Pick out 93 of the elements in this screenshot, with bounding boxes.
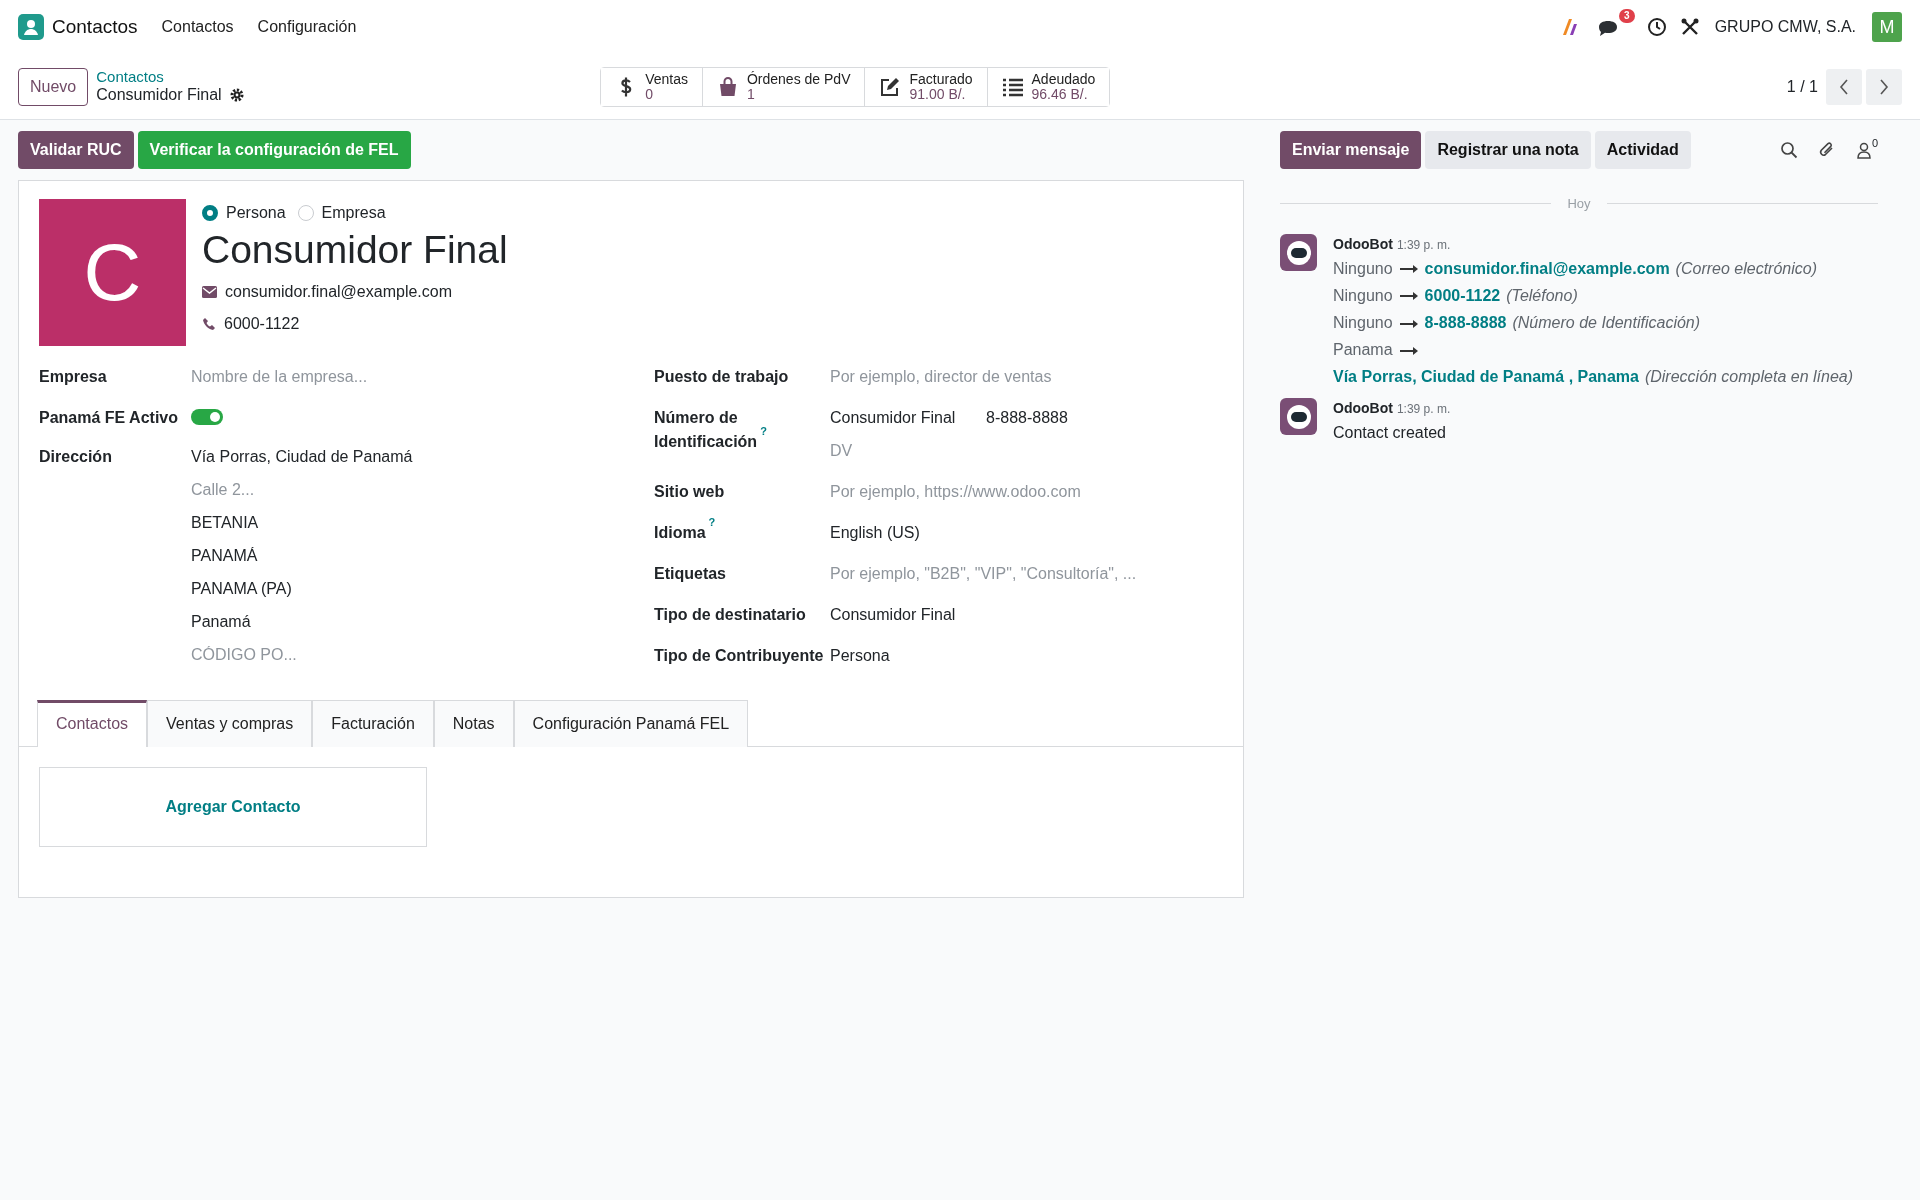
input-field[interactable]: Por ejemplo, director de ventas	[830, 360, 1223, 393]
input-field[interactable]: 8-888-8888	[986, 401, 1126, 434]
toggle-switch[interactable]	[191, 409, 223, 425]
search-icon[interactable]	[1779, 141, 1798, 159]
app-logo-icon	[18, 14, 44, 40]
tab[interactable]: Ventas y compras	[147, 700, 313, 747]
field-name: (Teléfono)	[1506, 286, 1578, 304]
chevron-left-icon	[1839, 78, 1849, 95]
tab[interactable]: Notas	[433, 700, 514, 747]
company-name[interactable]: GRUPO CMW, S.A.	[1714, 15, 1856, 39]
old-value: Ninguno	[1333, 286, 1393, 304]
arrow-icon	[1398, 291, 1419, 302]
tools-icon[interactable]	[1680, 18, 1699, 36]
arrow-icon	[1398, 264, 1419, 275]
field-name: (Dirección completa en línea)	[1644, 368, 1853, 386]
field-name: (Número de Identificación)	[1512, 313, 1701, 331]
message-time: 1:39 p. m.	[1396, 236, 1451, 254]
message-body: Contact created	[1333, 423, 1447, 444]
radio-option[interactable]: Empresa	[297, 201, 386, 225]
input-field[interactable]: Panamá	[191, 605, 631, 638]
stat-button[interactable]: Ventas 0	[601, 67, 703, 106]
input-field[interactable]: English (US)	[830, 516, 1223, 549]
chevron-right-icon	[1879, 78, 1889, 95]
field-label: Etiquetas	[654, 565, 726, 582]
radio-option[interactable]: Persona	[202, 201, 286, 225]
breadcrumb-link[interactable]: Contactos	[96, 68, 244, 86]
field-label: Idioma	[654, 524, 706, 541]
email-value[interactable]: consumidor.final@example.com	[225, 279, 452, 304]
old-value: Panama	[1333, 341, 1393, 359]
old-value: Ninguno	[1333, 259, 1393, 277]
record-title: Consumidor Final	[96, 85, 222, 105]
add-contact-link[interactable]: Agregar Contacto	[159, 794, 307, 820]
input-field[interactable]: BETANIA	[191, 506, 631, 539]
action-button[interactable]: Validar RUC	[18, 131, 134, 169]
new-value: 8-888-8888	[1424, 313, 1507, 331]
new-value: Vía Porras, Ciudad de Panamá , Panama	[1333, 368, 1639, 386]
new-button[interactable]: Nuevo	[18, 67, 89, 106]
clock-icon[interactable]	[1646, 17, 1667, 37]
count-badge: 3	[1619, 9, 1635, 23]
input-field[interactable]: PANAMA (PA)	[191, 572, 631, 605]
field-label: Panamá FE Activo	[39, 409, 178, 426]
person-icon	[1855, 141, 1872, 159]
chatter-button[interactable]: Actividad	[1594, 131, 1691, 169]
chatter-button[interactable]: Registrar una nota	[1425, 131, 1591, 169]
field-label: Tipo de Contribuyente	[654, 647, 824, 664]
input-field[interactable]: Por ejemplo, "B2B", "VIP", "Consultoría", ...	[830, 557, 1223, 590]
contact-name: Consumidor Final	[202, 227, 508, 273]
contact-avatar[interactable]: C	[39, 199, 186, 346]
field-name: (Correo electrónico)	[1675, 259, 1817, 277]
tab[interactable]: Configuración Panamá FEL	[513, 700, 749, 747]
date-separator: Hoy	[1567, 195, 1591, 213]
input-field[interactable]: Consumidor Final	[830, 598, 1223, 631]
field-label: Dirección	[39, 448, 112, 465]
chatter-button[interactable]: Enviar mensaje	[1280, 131, 1422, 169]
field-label: Empresa	[39, 368, 107, 385]
arrow-icon	[1398, 318, 1419, 329]
tab[interactable]: Contactos	[37, 700, 148, 747]
field-label: Tipo de destinatario	[654, 606, 806, 623]
new-value: 6000-1122	[1424, 286, 1501, 304]
old-value: Ninguno	[1333, 313, 1393, 331]
app-name[interactable]: Contactos	[52, 12, 138, 42]
author-name[interactable]: OdooBot	[1333, 233, 1393, 255]
bot-avatar-icon	[1280, 398, 1317, 436]
input-field[interactable]: Calle 2...	[191, 473, 631, 506]
field-label: Puesto de trabajo	[654, 368, 789, 385]
phone-value[interactable]: 6000-1122	[224, 311, 300, 336]
envelope-icon	[202, 285, 217, 298]
phone-icon	[202, 316, 216, 331]
tab[interactable]: Facturación	[312, 700, 434, 747]
menu-item[interactable]: Contactos	[161, 15, 234, 39]
author-name[interactable]: OdooBot	[1333, 398, 1393, 420]
bot-avatar-icon	[1280, 233, 1317, 271]
input-field[interactable]: DV	[830, 434, 1223, 467]
gear-icon[interactable]	[229, 87, 244, 102]
input-field[interactable]: PANAMÁ	[191, 539, 631, 572]
message-time: 1:39 p. m.	[1396, 401, 1451, 419]
field-label: Sitio web	[654, 483, 725, 500]
input-field[interactable]: Nombre de la empresa...	[191, 360, 631, 393]
chat-icon[interactable]	[1596, 19, 1619, 39]
input-field[interactable]: Persona	[830, 639, 1223, 672]
pager-value: 1 / 1	[1786, 76, 1818, 97]
new-value: consumidor.final@example.com	[1424, 259, 1670, 277]
input-field[interactable]: Consumidor Final	[830, 401, 970, 434]
input-field[interactable]: CÓDIGO PO...	[191, 638, 631, 671]
arrow-icon	[1398, 345, 1419, 356]
input-field[interactable]: Por ejemplo, https://www.odoo.com	[830, 475, 1223, 508]
help-tooltip[interactable]: ?	[708, 516, 716, 529]
menu-item[interactable]: Configuración	[257, 15, 357, 39]
edit-icon	[879, 75, 902, 98]
help-tooltip[interactable]: ?	[760, 425, 767, 438]
followers-button[interactable]: 0	[1855, 141, 1878, 159]
field-label: Número de Identificación	[654, 409, 758, 450]
input-field[interactable]: Vía Porras, Ciudad de Panamá	[191, 440, 631, 473]
